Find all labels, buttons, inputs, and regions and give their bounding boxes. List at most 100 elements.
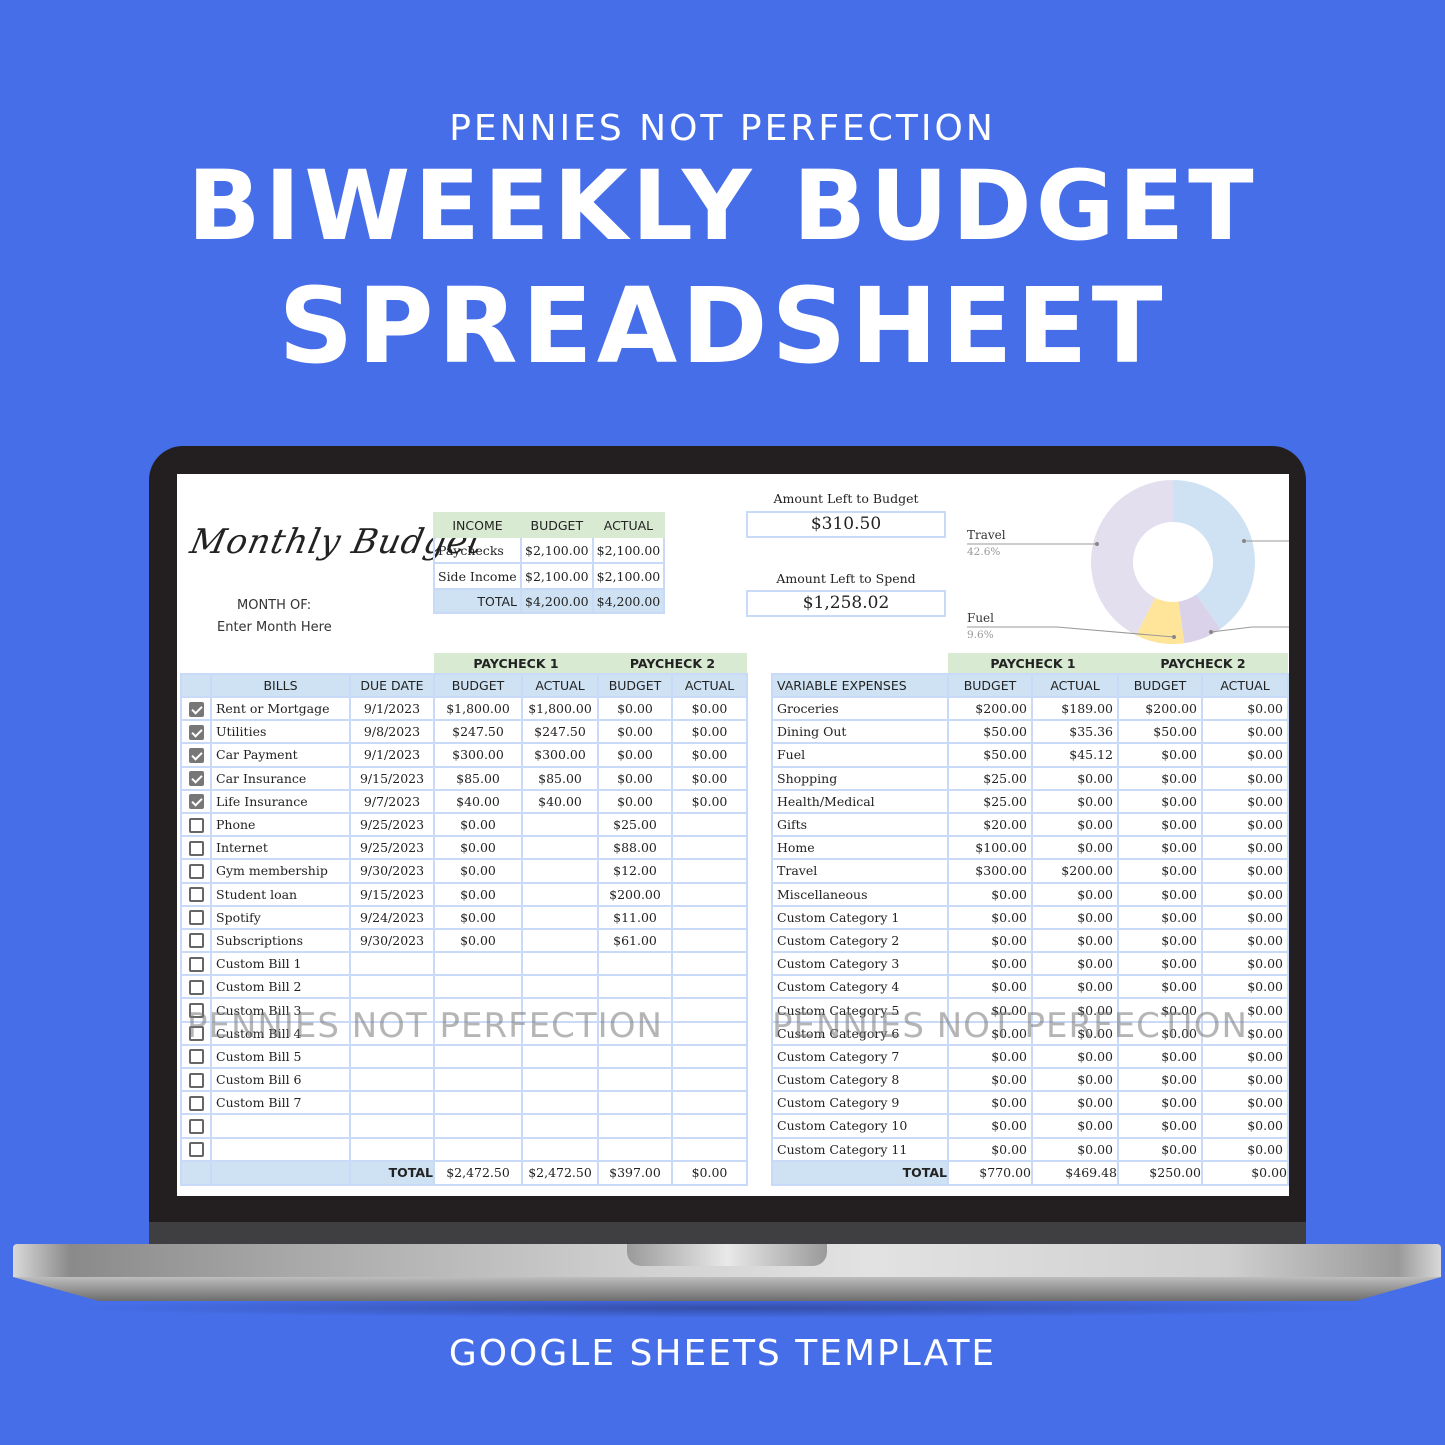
expense-p1-budget-cell[interactable]: $50.00: [947, 719, 1033, 745]
expense-p1-actual-cell[interactable]: $189.00: [1031, 695, 1119, 722]
bill-p2-actual-cell[interactable]: [671, 1043, 748, 1070]
bill-name-cell[interactable]: Rent or Mortgage: [210, 695, 351, 722]
bill-checkbox-cell[interactable]: [180, 974, 212, 1000]
expense-name-cell[interactable]: Home: [771, 835, 949, 861]
bill-due-date-cell[interactable]: 9/25/2023: [349, 835, 435, 861]
bill-due-date-cell[interactable]: [349, 974, 435, 1000]
bill-p2-actual-cell[interactable]: $0.00: [671, 788, 748, 814]
bill-p2-actual-cell[interactable]: [671, 858, 748, 884]
bill-name-cell[interactable]: Life Insurance: [210, 788, 351, 814]
bill-name-cell[interactable]: Spotify: [210, 904, 351, 930]
expense-p1-budget-cell[interactable]: $0.00: [947, 1090, 1033, 1116]
bill-checkbox-cell[interactable]: [180, 1043, 212, 1070]
bill-due-date-cell[interactable]: [349, 1113, 435, 1139]
bill-p2-actual-cell[interactable]: [671, 951, 748, 977]
bill-p1-budget-cell[interactable]: [433, 1020, 523, 1046]
expense-p2-actual-cell[interactable]: $0.00: [1201, 997, 1289, 1023]
bill-p2-budget-cell[interactable]: $88.00: [597, 835, 673, 861]
expense-name-cell[interactable]: Custom Category 11: [771, 1136, 949, 1162]
bill-name-cell[interactable]: Subscriptions: [210, 927, 351, 954]
bill-p2-budget-cell[interactable]: [597, 1136, 673, 1162]
bill-due-date-cell[interactable]: [349, 1066, 435, 1093]
bill-checkbox-cell[interactable]: [180, 858, 212, 884]
expense-p1-actual-cell[interactable]: $0.00: [1031, 1136, 1119, 1162]
bill-p1-budget-cell[interactable]: $247.50: [433, 719, 523, 745]
bill-due-date-cell[interactable]: 9/15/2023: [349, 765, 435, 791]
bill-p1-budget-cell[interactable]: $0.00: [433, 858, 523, 884]
expense-p1-budget-cell[interactable]: $0.00: [947, 1020, 1033, 1046]
bill-p2-actual-cell[interactable]: [671, 1020, 748, 1046]
bill-p1-budget-cell[interactable]: $0.00: [433, 904, 523, 930]
bill-p1-budget-cell[interactable]: $0.00: [433, 881, 523, 907]
bill-p2-actual-cell[interactable]: [671, 997, 748, 1023]
checked-checkbox-icon[interactable]: [188, 794, 204, 810]
expense-p1-budget-cell[interactable]: $0.00: [947, 904, 1033, 930]
bill-due-date-cell[interactable]: [349, 1090, 435, 1116]
expense-name-cell[interactable]: Travel: [771, 858, 949, 884]
bill-name-cell[interactable]: Car Payment: [210, 742, 351, 768]
expense-p2-actual-cell[interactable]: $0.00: [1201, 904, 1289, 930]
unchecked-checkbox-icon[interactable]: [188, 933, 204, 949]
expense-name-cell[interactable]: Custom Category 3: [771, 951, 949, 977]
expense-name-cell[interactable]: Shopping: [771, 765, 949, 791]
bill-p2-actual-cell[interactable]: [671, 881, 748, 907]
expense-p1-budget-cell[interactable]: $200.00: [947, 695, 1033, 722]
bill-due-date-cell[interactable]: [349, 1043, 435, 1070]
bill-due-date-cell[interactable]: [349, 1020, 435, 1046]
bill-checkbox-cell[interactable]: [180, 1090, 212, 1116]
expense-p1-budget-cell[interactable]: $0.00: [947, 951, 1033, 977]
expense-p2-budget-cell[interactable]: $0.00: [1117, 1043, 1203, 1070]
expense-p1-actual-cell[interactable]: $0.00: [1031, 788, 1119, 814]
bill-name-cell[interactable]: Phone: [210, 811, 351, 838]
bill-p1-actual-cell[interactable]: $1,800.00: [521, 695, 599, 722]
bill-p1-actual-cell[interactable]: [521, 858, 599, 884]
unchecked-checkbox-icon[interactable]: [188, 1026, 204, 1042]
bill-p1-budget-cell[interactable]: $0.00: [433, 927, 523, 954]
checked-checkbox-icon[interactable]: [188, 701, 204, 717]
expense-name-cell[interactable]: Miscellaneous: [771, 881, 949, 907]
bill-p2-budget-cell[interactable]: $0.00: [597, 695, 673, 722]
unchecked-checkbox-icon[interactable]: [188, 863, 204, 879]
expense-p1-actual-cell[interactable]: $0.00: [1031, 951, 1119, 977]
expense-name-cell[interactable]: Custom Category 2: [771, 927, 949, 954]
bill-due-date-cell[interactable]: 9/24/2023: [349, 904, 435, 930]
expense-p2-actual-cell[interactable]: $0.00: [1201, 788, 1289, 814]
bill-p1-actual-cell[interactable]: $85.00: [521, 765, 599, 791]
expense-p2-actual-cell[interactable]: $0.00: [1201, 1020, 1289, 1046]
bill-name-cell[interactable]: Custom Bill 3: [210, 997, 351, 1023]
bill-name-cell[interactable]: Gym membership: [210, 858, 351, 884]
expense-p2-budget-cell[interactable]: $0.00: [1117, 858, 1203, 884]
bill-due-date-cell[interactable]: [349, 951, 435, 977]
expense-p1-actual-cell[interactable]: $200.00: [1031, 858, 1119, 884]
expense-p1-budget-cell[interactable]: $50.00: [947, 742, 1033, 768]
expense-p2-actual-cell[interactable]: $0.00: [1201, 951, 1289, 977]
checked-checkbox-icon[interactable]: [188, 724, 204, 740]
bill-p1-budget-cell[interactable]: [433, 997, 523, 1023]
bill-p2-actual-cell[interactable]: [671, 927, 748, 954]
expense-p2-budget-cell[interactable]: $200.00: [1117, 695, 1203, 722]
bill-p2-budget-cell[interactable]: [597, 1090, 673, 1116]
expense-name-cell[interactable]: Custom Category 5: [771, 997, 949, 1023]
bill-checkbox-cell[interactable]: [180, 742, 212, 768]
expense-name-cell[interactable]: Gifts: [771, 811, 949, 838]
bill-checkbox-cell[interactable]: [180, 1113, 212, 1139]
expense-p1-budget-cell[interactable]: $20.00: [947, 811, 1033, 838]
expense-p2-actual-cell[interactable]: $0.00: [1201, 1043, 1289, 1070]
unchecked-checkbox-icon[interactable]: [188, 979, 204, 995]
unchecked-checkbox-icon[interactable]: [188, 817, 204, 833]
bill-p2-actual-cell[interactable]: [671, 1066, 748, 1093]
expense-p2-budget-cell[interactable]: $0.00: [1117, 904, 1203, 930]
income-label-cell[interactable]: Side Income: [433, 562, 522, 590]
bill-name-cell[interactable]: Custom Bill 7: [210, 1090, 351, 1116]
expense-p2-budget-cell[interactable]: $0.00: [1117, 1136, 1203, 1162]
bill-p1-actual-cell[interactable]: [521, 904, 599, 930]
bill-p2-actual-cell[interactable]: $0.00: [671, 695, 748, 722]
expense-p1-actual-cell[interactable]: $0.00: [1031, 1020, 1119, 1046]
bill-name-cell[interactable]: Internet: [210, 835, 351, 861]
bill-checkbox-cell[interactable]: [180, 951, 212, 977]
income-actual-cell[interactable]: $2,100.00: [591, 536, 666, 564]
bill-p2-budget-cell[interactable]: [597, 1066, 673, 1093]
bill-p1-budget-cell[interactable]: $40.00: [433, 788, 523, 814]
expense-p2-budget-cell[interactable]: $0.00: [1117, 1090, 1203, 1116]
income-label-cell[interactable]: Paychecks: [433, 536, 522, 564]
